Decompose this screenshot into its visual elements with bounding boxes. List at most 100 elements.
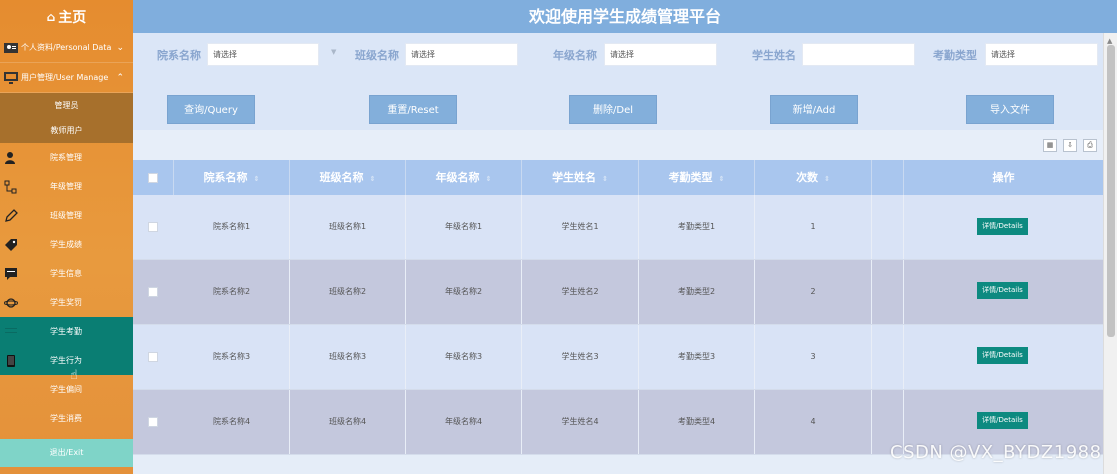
sort-icon: ⇕	[718, 175, 725, 183]
query-button[interactable]: 查询/Query	[167, 95, 255, 124]
column-header[interactable]: 考勤类型 ⇕	[639, 160, 755, 195]
details-button[interactable]: 详情/Details	[977, 347, 1028, 364]
columns-icon[interactable]: ▦	[1043, 139, 1057, 152]
column-header[interactable]: 班级名称 ⇕	[290, 160, 406, 195]
cell-attendance-type: 考勤类型4	[639, 390, 755, 454]
add-button[interactable]: 新增/Add	[770, 95, 858, 124]
blank-icon	[4, 412, 18, 426]
chevron-down-icon: ⌄	[116, 42, 124, 53]
cell-grade: 年级名称1	[406, 195, 522, 259]
sidebar-item-behavior[interactable]: 学生行为	[0, 346, 133, 375]
sort-icon: ⇕	[602, 175, 608, 183]
sidebar-item-label: 学生偏间	[50, 385, 82, 394]
table-row: 院系名称1 班级名称1 年级名称1 学生姓名1 考勤类型1 1 详情/Detai…	[133, 195, 1103, 260]
print-icon[interactable]: ⎙	[1083, 139, 1097, 152]
column-header-label: 学生姓名	[552, 171, 597, 184]
chat-icon	[5, 267, 17, 280]
sidebar-item-department[interactable]: 院系管理	[0, 143, 133, 172]
details-button[interactable]: 详情/Details	[977, 282, 1028, 299]
sidebar-item-label: 年级管理	[50, 182, 82, 191]
department-select[interactable]: 请选择	[207, 43, 319, 66]
sidebar-item-rewards[interactable]: 学生奖罚	[0, 288, 133, 317]
table-row: 院系名称3 班级名称3 年级名称3 学生姓名3 考勤类型3 3 详情/Detai…	[133, 325, 1103, 390]
student-name-input[interactable]	[802, 43, 915, 66]
cell-attendance-type: 考勤类型1	[639, 195, 755, 259]
cell-blank	[872, 325, 904, 389]
cell-count: 4	[755, 390, 872, 454]
table-header: 院系名称 ⇕ 班级名称 ⇕ 年级名称 ⇕ 学生姓名 ⇕ 考勤类型 ⇕ 次数 ⇕ 操作	[133, 160, 1103, 195]
submenu-item-teacher[interactable]: 教师用户	[0, 118, 133, 143]
column-header[interactable]: 院系名称 ⇕	[174, 160, 290, 195]
student-name-label: 学生姓名	[752, 49, 796, 62]
class-select[interactable]: 请选择	[405, 43, 518, 66]
cell-department: 院系名称3	[174, 325, 290, 389]
delete-button[interactable]: 删除/Del	[569, 95, 657, 124]
grade-select[interactable]: 请选择	[604, 43, 717, 66]
import-button[interactable]: 导入文件	[966, 95, 1054, 124]
sidebar-item-label: 学生成绩	[50, 240, 82, 249]
sidebar-home[interactable]: ⌂ 主页	[0, 0, 133, 33]
row-checkbox[interactable]	[148, 222, 158, 232]
column-header-label: 次数	[796, 171, 819, 184]
cell-student-name: 学生姓名1	[522, 195, 639, 259]
sidebar-item-scores[interactable]: 学生成绩	[0, 230, 133, 259]
column-header[interactable]: 年级名称 ⇕	[406, 160, 522, 195]
scrollbar-thumb[interactable]	[1107, 45, 1115, 337]
blank-icon	[4, 383, 18, 397]
sidebar-item-class[interactable]: 班级管理	[0, 201, 133, 230]
sidebar-item-label: 院系管理	[50, 153, 82, 162]
column-header: 操作	[904, 160, 1103, 195]
planet-icon	[4, 297, 18, 308]
sidebar-item-consumption[interactable]: 学生消费	[0, 404, 133, 433]
vertical-scrollbar[interactable]: ▲	[1103, 33, 1117, 474]
sidebar-user-manage[interactable]: 用户管理/User Manage ⌃	[0, 63, 133, 93]
tag-icon	[5, 238, 17, 251]
person-icon	[5, 151, 15, 164]
sidebar-item-attendance[interactable]: 学生考勤	[0, 317, 133, 346]
row-checkbox[interactable]	[148, 417, 158, 427]
export-icon[interactable]: ⇩	[1063, 139, 1077, 152]
reset-button[interactable]: 重置/Reset	[369, 95, 457, 124]
sidebar-item-student-info[interactable]: 学生信息	[0, 259, 133, 288]
exit-button[interactable]: 退出/Exit	[0, 439, 133, 467]
cell-student-name: 学生姓名3	[522, 325, 639, 389]
sidebar-item-grade[interactable]: 年级管理	[0, 172, 133, 201]
attendance-type-label: 考勤类型	[933, 49, 977, 62]
sidebar-item-dorm[interactable]: 学生偏间	[0, 375, 133, 404]
sidebar-personal-data[interactable]: 个人资料/Personal Data ⌄	[0, 33, 133, 63]
attendance-type-select[interactable]: 请选择	[985, 43, 1098, 66]
cell-department: 院系名称1	[174, 195, 290, 259]
home-label: 主页	[58, 9, 87, 26]
sidebar-item-label: 学生信息	[50, 269, 82, 278]
user-manage-label: 用户管理/User Manage	[21, 73, 109, 82]
cell-grade: 年级名称4	[406, 390, 522, 454]
column-header[interactable]: 次数 ⇕	[755, 160, 872, 195]
table-toolbar: ▦ ⇩ ⎙	[133, 130, 1103, 160]
column-header-label: 班级名称	[319, 171, 364, 184]
column-header[interactable]: 学生姓名 ⇕	[522, 160, 639, 195]
scroll-up-icon[interactable]: ▲	[1107, 37, 1112, 45]
sort-icon: ⇕	[824, 175, 830, 183]
chevron-down-icon: ▼	[331, 48, 337, 56]
select-all-checkbox[interactable]	[148, 173, 158, 183]
user-manage-submenu: 管理员 教师用户	[0, 93, 133, 143]
details-button[interactable]: 详情/Details	[977, 218, 1028, 235]
cell-department: 院系名称4	[174, 390, 290, 454]
column-header-label: 年级名称	[435, 171, 480, 184]
column-header-label: 考勤类型	[668, 171, 713, 184]
chevron-up-icon: ⌃	[116, 72, 124, 83]
page-title: 欢迎使用学生成绩管理平台	[133, 0, 1117, 33]
cell-grade: 年级名称3	[406, 325, 522, 389]
row-checkbox[interactable]	[148, 352, 158, 362]
pencil-icon	[5, 208, 18, 222]
details-button[interactable]: 详情/Details	[977, 412, 1028, 429]
department-label: 院系名称	[157, 49, 201, 62]
pointer-cursor-icon: ☝	[70, 368, 78, 383]
cell-blank	[872, 260, 904, 324]
data-table: 院系名称 ⇕ 班级名称 ⇕ 年级名称 ⇕ 学生姓名 ⇕ 考勤类型 ⇕ 次数 ⇕ 操作 院系名…	[133, 160, 1103, 455]
submenu-item-admin[interactable]: 管理员	[0, 93, 133, 118]
row-checkbox[interactable]	[148, 287, 158, 297]
cell-grade: 年级名称2	[406, 260, 522, 324]
cell-class: 班级名称4	[290, 390, 406, 454]
phone-icon	[7, 354, 15, 367]
